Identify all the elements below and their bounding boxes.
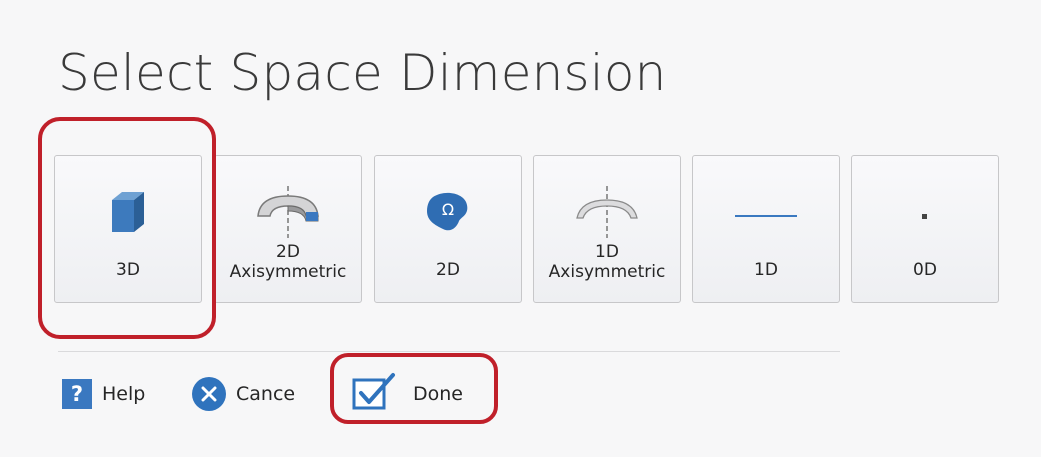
- divider: [58, 351, 840, 352]
- help-icon: ?: [62, 379, 92, 409]
- help-label: Help: [102, 383, 146, 405]
- checkbox-check-icon: [351, 372, 399, 417]
- axisymmetric-1d-icon: [534, 186, 680, 238]
- page-title: Select Space Dimension: [58, 44, 667, 102]
- dimension-tile-1d[interactable]: 1D: [692, 155, 840, 303]
- dimension-label: 1D Axisymmetric: [548, 242, 666, 282]
- dimension-tile-0d[interactable]: 0D: [851, 155, 999, 303]
- select-space-dimension-page: Select Space Dimension 3D 2D Axisymmetri…: [0, 0, 1041, 457]
- dimension-label: 2D: [436, 260, 460, 280]
- point-icon: [852, 186, 998, 238]
- dimension-tile-2d-axisymmetric[interactable]: 2D Axisymmetric: [214, 155, 362, 303]
- dimension-label: 2D Axisymmetric: [229, 242, 347, 282]
- cancel-icon: [192, 377, 226, 411]
- dimension-tile-3d[interactable]: 3D: [54, 155, 202, 303]
- help-button[interactable]: ? Help: [62, 374, 145, 414]
- dimension-label: 3D: [116, 260, 140, 280]
- done-label: Done: [413, 383, 463, 405]
- cube-icon: [55, 186, 201, 238]
- cancel-label: Cance: [236, 383, 296, 405]
- dimension-label: 1D: [754, 260, 778, 280]
- omega-domain-icon: Ω: [375, 186, 521, 238]
- axisymmetric-2d-icon: [215, 186, 361, 238]
- line-icon: [693, 186, 839, 238]
- cancel-button[interactable]: Cance: [192, 374, 295, 414]
- dimension-label: 0D: [913, 260, 937, 280]
- done-button[interactable]: Done: [351, 372, 463, 417]
- svg-text:Ω: Ω: [442, 200, 454, 219]
- dimension-tile-2d[interactable]: Ω 2D: [374, 155, 522, 303]
- dimension-tile-1d-axisymmetric[interactable]: 1D Axisymmetric: [533, 155, 681, 303]
